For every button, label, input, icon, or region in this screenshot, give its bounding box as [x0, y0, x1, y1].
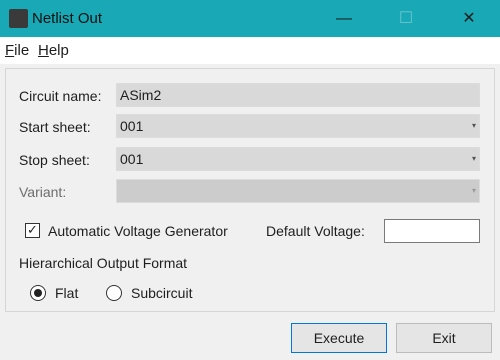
window-title: Netlist Out — [32, 10, 103, 27]
menu-file[interactable]: File — [5, 42, 29, 59]
minimize-button[interactable]: — — [321, 0, 367, 37]
chevron-down-icon: ▾ — [471, 121, 476, 130]
menu-file-mnemonic: F — [5, 42, 15, 59]
menu-help-label: elp — [48, 42, 69, 59]
close-button[interactable]: ✕ — [446, 0, 492, 37]
auto-voltage-label: Automatic Voltage Generator — [48, 223, 228, 239]
variant-combo[interactable]: ▾ — [116, 179, 480, 203]
title-bar[interactable]: Netlist Out — ☐ ✕ — [0, 0, 500, 37]
default-voltage-input[interactable] — [384, 219, 480, 243]
default-voltage-label: Default Voltage: — [266, 223, 365, 239]
start-sheet-value: 001 — [120, 118, 144, 134]
menu-bar: File Help — [0, 37, 500, 64]
exit-button[interactable]: Exit — [396, 323, 492, 353]
radio-selected-dot — [34, 289, 42, 297]
chevron-down-icon: ▾ — [471, 154, 476, 163]
stop-sheet-label: Stop sheet: — [19, 152, 90, 168]
auto-voltage-checkbox[interactable]: ✓ — [25, 223, 40, 238]
stop-sheet-value: 001 — [120, 151, 144, 167]
flat-label: Flat — [55, 285, 79, 301]
start-sheet-combo[interactable]: 001 ▾ — [116, 114, 480, 138]
stop-sheet-combo[interactable]: 001 ▾ — [116, 147, 480, 171]
variant-label: Variant: — [19, 184, 67, 200]
circuit-name-label: Circuit name: — [19, 88, 102, 104]
subcircuit-radio[interactable] — [106, 285, 122, 301]
subcircuit-label: Subcircuit — [131, 285, 193, 301]
circuit-name-field[interactable]: ASim2 — [116, 83, 480, 107]
menu-help[interactable]: Help — [38, 42, 69, 59]
start-sheet-label: Start sheet: — [19, 119, 91, 135]
app-icon — [9, 9, 28, 28]
execute-button[interactable]: Execute — [291, 323, 387, 353]
chevron-down-icon: ▾ — [471, 186, 476, 195]
menu-help-mnemonic: H — [38, 42, 49, 59]
menu-file-label: ile — [14, 42, 30, 59]
maximize-button[interactable]: ☐ — [383, 0, 429, 37]
hier-format-label: Hierarchical Output Format — [19, 255, 188, 271]
flat-radio[interactable] — [30, 285, 46, 301]
